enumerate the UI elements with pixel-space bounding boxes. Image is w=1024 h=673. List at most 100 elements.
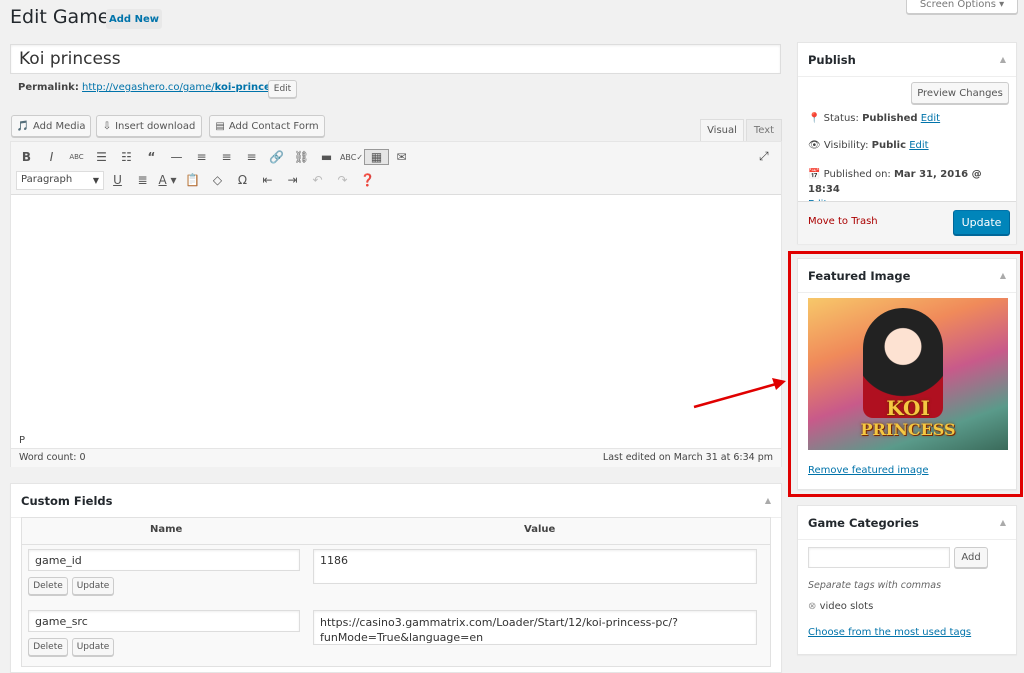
- title-input[interactable]: Koi princess: [10, 44, 781, 74]
- eye-icon: 👁: [808, 140, 821, 151]
- new-tag-input[interactable]: [808, 547, 950, 568]
- tab-visual[interactable]: Visual: [700, 119, 744, 141]
- featured-image-box: Featured Image ▲ KOI PRINCESS Remove featu…: [797, 258, 1017, 490]
- add-tag-button[interactable]: Add: [954, 547, 988, 568]
- fullscreen-icon[interactable]: ⤢: [759, 149, 769, 164]
- insert-download-button[interactable]: ⇩ Insert download: [96, 115, 202, 137]
- toolbar-toggle-icon[interactable]: ▦: [364, 149, 389, 165]
- spellcheck-icon[interactable]: ABC✓: [339, 153, 364, 162]
- game-logo: KOI PRINCESS: [860, 396, 956, 439]
- calendar-icon: 📅: [808, 169, 821, 180]
- permalink-link[interactable]: http://vegashero.co/game/koi-princess/: [82, 82, 286, 93]
- collapse-icon[interactable]: ▲: [765, 496, 771, 505]
- add-contact-form-button[interactable]: ▤ Add Contact Form: [209, 115, 325, 137]
- visibility-label: Visibility:: [823, 140, 869, 151]
- game-categories-box: Game Categories ▲ Add Separate tags with …: [797, 505, 1017, 655]
- link-icon[interactable]: 🔗: [264, 150, 289, 164]
- game-categories-title: Game Categories: [808, 515, 919, 530]
- last-edited: Last edited on March 31 at 6:34 pm: [602, 452, 773, 463]
- custom-field-value-input[interactable]: https://casino3.gammatrix.com/Loader/Sta…: [313, 610, 757, 645]
- featured-image[interactable]: KOI PRINCESS: [808, 298, 1008, 450]
- editor-content-area[interactable]: [11, 196, 781, 432]
- status-row: 📍 Status: Published Edit: [808, 113, 940, 124]
- tab-text[interactable]: Text: [746, 119, 782, 141]
- publish-box: Publish ▲ Preview Changes 📍 Status: Publi…: [797, 42, 1017, 244]
- custom-field-name-input[interactable]: game_src: [28, 610, 300, 632]
- visibility-value: Public: [871, 140, 907, 151]
- permalink-label: Permalink:: [18, 82, 79, 93]
- help-icon[interactable]: ❓: [355, 173, 380, 187]
- outdent-icon[interactable]: ⇤: [255, 173, 280, 187]
- custom-field-value-input[interactable]: 1186: [313, 549, 757, 584]
- indent-icon[interactable]: ⇥: [280, 173, 305, 187]
- editor: B I ABC ☰ ☷ “— ≡ ≡ ≡ 🔗 ⛓ ▬ ABC✓ ▦ ✉ ⤢ Paragraph ▼ U ≣ A ▾…: [10, 141, 782, 467]
- undo-icon[interactable]: ↶: [305, 173, 330, 187]
- underline-icon[interactable]: U: [105, 173, 130, 187]
- collapse-icon[interactable]: ▲: [1000, 55, 1006, 64]
- horizontal-line-icon[interactable]: —: [164, 150, 189, 164]
- featured-image-title: Featured Image: [808, 268, 911, 283]
- redo-icon[interactable]: ↷: [330, 173, 355, 187]
- update-field-button[interactable]: Update: [72, 577, 114, 595]
- preview-changes-button[interactable]: Preview Changes: [911, 82, 1009, 104]
- add-media-button[interactable]: 🎵 Add Media: [11, 115, 91, 137]
- text-color-icon[interactable]: A ▾: [155, 173, 180, 187]
- edit-status-link[interactable]: Edit: [921, 113, 940, 124]
- word-count: Word count: 0: [19, 452, 86, 463]
- italic-icon[interactable]: I: [39, 150, 64, 164]
- delete-button[interactable]: Delete: [28, 638, 68, 656]
- bullet-list-icon[interactable]: ☰: [89, 150, 114, 164]
- status-label: Status:: [823, 113, 859, 124]
- bold-icon[interactable]: B: [14, 150, 39, 164]
- permalink-edit-button[interactable]: Edit: [268, 80, 297, 98]
- tag-item: ⊗ video slots: [808, 601, 873, 612]
- choose-tags-link[interactable]: Choose from the most used tags: [808, 627, 971, 638]
- collapse-icon[interactable]: ▲: [1000, 271, 1006, 280]
- collapse-icon[interactable]: ▲: [1000, 518, 1006, 527]
- paste-text-icon[interactable]: 📋: [180, 173, 205, 187]
- page-title: Edit Game: [10, 6, 110, 28]
- publish-title: Publish: [808, 52, 856, 67]
- editor-path: P: [19, 435, 26, 446]
- align-center-icon[interactable]: ≡: [214, 150, 239, 164]
- edit-visibility-link[interactable]: Edit: [909, 140, 928, 151]
- column-header-value: Value: [524, 524, 556, 535]
- visibility-row: 👁 Visibility: Public Edit: [808, 140, 929, 151]
- download-icon: ⇩: [102, 120, 112, 132]
- contact-form-icon[interactable]: ✉: [389, 150, 414, 164]
- annotation-arrow: [693, 378, 786, 409]
- toolbar-row-1: B I ABC ☰ ☷ “— ≡ ≡ ≡ 🔗 ⛓ ▬ ABC✓ ▦ ✉: [14, 149, 414, 165]
- align-right-icon[interactable]: ≡: [239, 150, 264, 164]
- chevron-down-icon: ▼: [92, 176, 99, 185]
- unlink-icon[interactable]: ⛓: [289, 150, 314, 164]
- remove-featured-image-link[interactable]: Remove featured image: [808, 465, 929, 476]
- numbered-list-icon[interactable]: ☷: [114, 150, 139, 164]
- format-select[interactable]: Paragraph ▼: [16, 171, 104, 190]
- pin-icon: 📍: [808, 113, 821, 124]
- form-icon: ▤: [215, 120, 225, 132]
- special-character-icon[interactable]: Ω: [230, 173, 255, 187]
- tag-label: video slots: [819, 601, 874, 612]
- media-icon: 🎵: [16, 120, 29, 132]
- justify-icon[interactable]: ≣: [130, 173, 155, 187]
- add-new-button[interactable]: Add New: [106, 9, 162, 29]
- align-left-icon[interactable]: ≡: [189, 150, 214, 164]
- delete-button[interactable]: Delete: [28, 577, 68, 595]
- add-contact-form-label: Add Contact Form: [228, 120, 319, 132]
- screen-options-button[interactable]: Screen Options ▾: [906, 0, 1018, 14]
- update-button[interactable]: Update: [953, 210, 1010, 235]
- tags-hint: Separate tags with commas: [808, 580, 942, 591]
- strikethrough-icon[interactable]: ABC: [64, 153, 89, 161]
- toolbar-row-2: U ≣ A ▾ 📋 ◇ Ω ⇤ ⇥ ↶ ↷ ❓: [105, 173, 380, 187]
- remove-tag-icon[interactable]: ⊗: [808, 601, 816, 612]
- blockquote-icon[interactable]: “: [139, 150, 164, 164]
- update-field-button[interactable]: Update: [72, 638, 114, 656]
- insert-download-label: Insert download: [115, 120, 196, 132]
- move-to-trash-link[interactable]: Move to Trash: [808, 216, 878, 227]
- permalink: Permalink: http://vegashero.co/game/koi-…: [18, 82, 286, 93]
- custom-field-name-input[interactable]: game_id: [28, 549, 300, 571]
- clear-formatting-icon[interactable]: ◇: [205, 173, 230, 187]
- read-more-icon[interactable]: ▬: [314, 150, 339, 164]
- add-media-label: Add Media: [32, 120, 86, 132]
- format-select-value: Paragraph: [21, 174, 73, 185]
